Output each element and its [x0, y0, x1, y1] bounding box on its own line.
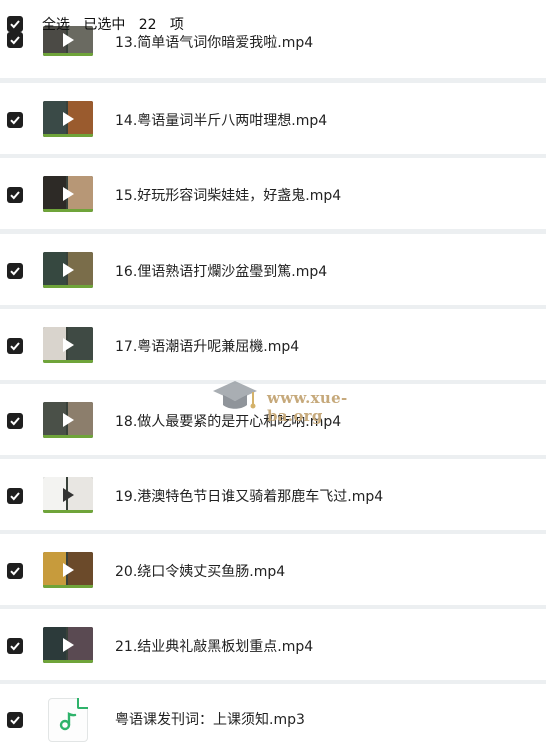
check-icon [10, 191, 20, 200]
music-note-icon [59, 712, 77, 731]
list-item[interactable]: 17.粤语潮语升呢兼屈機.mp4 [0, 309, 546, 380]
check-icon [10, 492, 20, 501]
file-name: 20.绕口令姨丈买鱼肠.mp4 [115, 564, 286, 580]
list-item[interactable]: 粤语课发刊词：上课须知.mp3 [0, 684, 546, 750]
audio-file-icon [48, 698, 88, 742]
watermark: www.xue-ba.org [211, 377, 401, 425]
selected-count: 22 [138, 17, 157, 33]
checkbox-checked[interactable] [7, 488, 23, 504]
select-all-label[interactable]: 全选 [42, 17, 70, 33]
file-name: 粤语课发刊词：上课须知.mp3 [115, 712, 305, 728]
check-icon [10, 567, 20, 576]
check-icon [10, 642, 20, 651]
checkbox-checked[interactable] [7, 338, 23, 354]
list-item[interactable]: 15.好玩形容词柴娃娃，好盏鬼.mp4 [0, 158, 546, 229]
check-icon [10, 116, 20, 125]
checkbox-checked[interactable] [7, 263, 23, 279]
check-icon [10, 20, 20, 29]
list-item[interactable]: 21.结业典礼敲黑板划重点.mp4 [0, 609, 546, 680]
file-name: 21.结业典礼敲黑板划重点.mp4 [115, 639, 314, 655]
file-name: 19.港澳特色节日谁又骑着那鹿车飞过.mp4 [115, 489, 384, 505]
video-thumbnail [43, 101, 93, 137]
list-item[interactable]: 16.俚语熟语打爛沙盆璺到篤.mp4 [0, 234, 546, 305]
checkbox-checked[interactable] [7, 638, 23, 654]
selection-header: 全选 已选中 22 项 [0, 0, 546, 44]
checkbox-checked[interactable] [7, 712, 23, 728]
video-thumbnail [43, 627, 93, 663]
checkbox-checked[interactable] [7, 413, 23, 429]
watermark-text: www.xue-ba.org [267, 389, 348, 425]
video-thumbnail [43, 327, 93, 363]
check-icon [10, 417, 20, 426]
list-item[interactable]: 14.粤语量词半斤八两咁理想.mp4 [0, 83, 546, 154]
graduation-cap-icon [213, 381, 257, 409]
checkbox-checked[interactable] [7, 187, 23, 203]
list-item[interactable]: 19.港澳特色节日谁又骑着那鹿车飞过.mp4 [0, 459, 546, 530]
list-item[interactable]: 20.绕口令姨丈买鱼肠.mp4 [0, 534, 546, 605]
check-icon [10, 716, 20, 725]
video-thumbnail [43, 402, 93, 438]
checkbox-checked[interactable] [7, 112, 23, 128]
check-icon [10, 342, 20, 351]
video-thumbnail [43, 176, 93, 212]
selection-status: 全选 已选中 22 项 [42, 16, 184, 34]
video-thumbnail [43, 252, 93, 288]
checkbox-checked[interactable] [7, 563, 23, 579]
selected-prefix: 已选中 [83, 17, 126, 33]
video-thumbnail [43, 477, 93, 513]
video-thumbnail [43, 552, 93, 588]
file-name: 16.俚语熟语打爛沙盆璺到篤.mp4 [115, 264, 328, 280]
file-name: 17.粤语潮语升呢兼屈機.mp4 [115, 339, 300, 355]
select-all-checkbox[interactable] [7, 16, 23, 32]
check-icon [10, 267, 20, 276]
selected-suffix: 项 [169, 17, 184, 33]
file-name: 15.好玩形容词柴娃娃，好盏鬼.mp4 [115, 188, 342, 204]
file-name: 14.粤语量词半斤八两咁理想.mp4 [115, 113, 328, 129]
